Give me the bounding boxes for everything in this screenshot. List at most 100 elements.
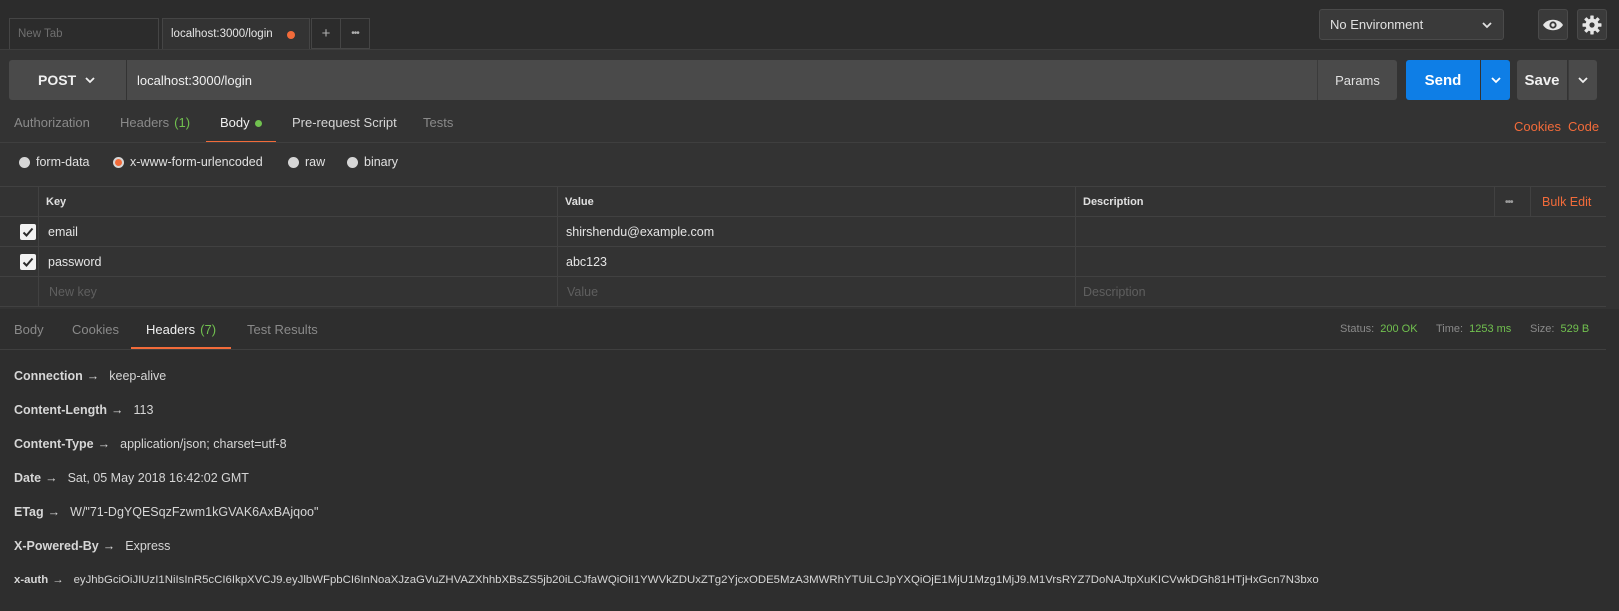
send-options-button[interactable] [1481,60,1510,100]
bulk-edit-link[interactable]: Bulk Edit [1534,187,1591,217]
new-description-input[interactable]: Description [1075,277,1146,307]
header-key: ETag [14,505,44,519]
header-value: 113 [133,403,154,417]
response-tab-test-results[interactable]: Test Results [247,322,318,350]
radio-binary-label: binary [364,155,399,169]
size-label: Size: [1530,323,1555,335]
eye-icon [1543,19,1563,30]
header-value: eyJhbGciOiJIUzI1NiIsInR5cCI6IkpXVCJ9.eyJ… [73,574,1319,586]
response-tab-headers[interactable]: Headers (7) [131,322,231,349]
header-key: Connection [14,369,83,383]
param-value-cell[interactable]: abc123 [558,247,607,277]
radio-selected-icon [113,156,124,168]
radio-circle-icon [288,156,299,168]
param-description-cell[interactable] [1077,247,1607,277]
chevron-down-icon [1578,77,1588,84]
save-button[interactable]: Save [1517,60,1567,100]
time-value: 1253 ms [1469,323,1512,335]
header-value: Express [125,539,171,553]
header-value: W/"71-DgYQESqzFzwm1kGVAK6AxBAjqoo" [70,505,319,519]
tab-new-label: New Tab [18,28,63,40]
chevron-down-icon [85,77,95,84]
status-label: Status: [1340,323,1375,335]
code-link[interactable]: Code [1568,119,1599,134]
tab-new[interactable]: New Tab [9,18,159,49]
table-options-button[interactable]: ••• [1497,187,1513,217]
save-options-button[interactable] [1568,60,1597,100]
url-value: localhost:3000/login [137,72,252,88]
time-label: Time: [1436,323,1464,335]
url-input[interactable]: localhost:3000/login [127,60,1317,100]
param-key-cell[interactable]: password [40,247,102,277]
environment-quick-look-button[interactable] [1538,9,1568,40]
table-row: password abc123 [0,247,1606,277]
tab-options-label: ••• [351,28,359,39]
response-header-line: X-Powered-By → Express [14,537,170,555]
radio-raw[interactable]: raw [288,154,325,170]
request-tabs-divider [0,142,1606,143]
radio-x-www-form-urlencoded[interactable]: x-www-form-urlencoded [113,154,263,170]
new-value-input[interactable]: Value [559,277,598,307]
table-row-new: New key Value Description [0,277,1606,307]
header-key: x-auth [14,574,49,586]
radio-form-data[interactable]: form-data [19,154,90,170]
headers-count-badge: (1) [174,115,191,130]
param-value-cell[interactable]: shirshendu@example.com [558,217,714,247]
tab-tests[interactable]: Tests [423,115,453,143]
row-enabled-checkbox[interactable] [20,254,36,270]
response-tab-cookies-label: Cookies [72,322,119,337]
tab-localhost-login[interactable]: localhost:3000/login [162,18,310,49]
response-header-line: ETag → W/"71-DgYQESqzFzwm1kGVAK6AxBAjqoo" [14,503,318,521]
radio-urlencoded-label: x-www-form-urlencoded [130,155,263,169]
tab-body-label: Body [220,115,250,130]
tab-options-button[interactable]: ••• [340,18,370,49]
checkmark-icon [22,227,34,237]
response-tab-test-results-label: Test Results [247,322,318,337]
arrow-icon: → [45,471,58,485]
param-key-cell[interactable]: email [40,217,78,247]
params-label: Params [1335,72,1380,88]
params-table: Key Value Description ••• Bulk Edit emai… [0,186,1606,309]
tab-authorization-label: Authorization [14,115,90,130]
row-enabled-checkbox[interactable] [20,224,36,240]
response-header-line: Connection → keep-alive [14,367,166,385]
response-pane [0,309,1619,611]
add-tab-button[interactable]: + [311,18,341,49]
tab-headers[interactable]: Headers (1) [120,115,190,143]
radio-binary[interactable]: binary [347,154,398,170]
unsaved-dot-icon [287,31,295,39]
response-tab-headers-label: Headers [146,322,196,337]
header-value: application/json; charset=utf-8 [120,437,287,451]
response-time: Time: 1253 ms [1436,323,1511,335]
tab-authorization[interactable]: Authorization [14,115,90,143]
response-tab-body-label: Body [14,322,44,337]
new-key-input[interactable]: New key [41,277,97,307]
add-tab-label: + [321,25,331,42]
arrow-icon: → [47,505,61,519]
environment-select[interactable]: No Environment [1319,9,1504,40]
method-select[interactable]: POST [9,60,126,100]
header-value: Sat, 05 May 2018 16:42:02 GMT [67,471,249,485]
size-value: 529 B [1560,323,1590,335]
response-header-line: Date → Sat, 05 May 2018 16:42:02 GMT [14,469,249,487]
tab-tests-label: Tests [423,115,454,130]
environment-selected: No Environment [1330,17,1424,32]
tab-active-label: localhost:3000/login [171,28,273,40]
response-tab-body[interactable]: Body [14,322,44,350]
response-status: Status: 200 OK [1340,323,1418,335]
settings-button[interactable] [1577,9,1607,40]
table-row: email shirshendu@example.com [0,217,1606,247]
param-description-cell[interactable] [1077,217,1607,247]
tab-prerequest-script[interactable]: Pre-request Script [292,115,397,143]
send-button[interactable]: Send [1406,60,1480,100]
response-headers-count-badge: (7) [200,322,217,337]
radio-circle-icon [19,156,30,168]
params-button[interactable]: Params [1317,60,1397,100]
radio-circle-icon [347,156,358,168]
tab-body[interactable]: Body [206,115,276,143]
response-header-line: x-auth → eyJhbGciOiJIUzI1NiIsInR5cCI6IkpXV… [14,571,1319,589]
response-header-line: Content-Type → application/json; charset=u… [14,435,287,453]
response-tab-cookies[interactable]: Cookies [72,322,119,350]
cookies-link[interactable]: Cookies [1514,119,1561,134]
arrow-icon: → [86,369,100,383]
